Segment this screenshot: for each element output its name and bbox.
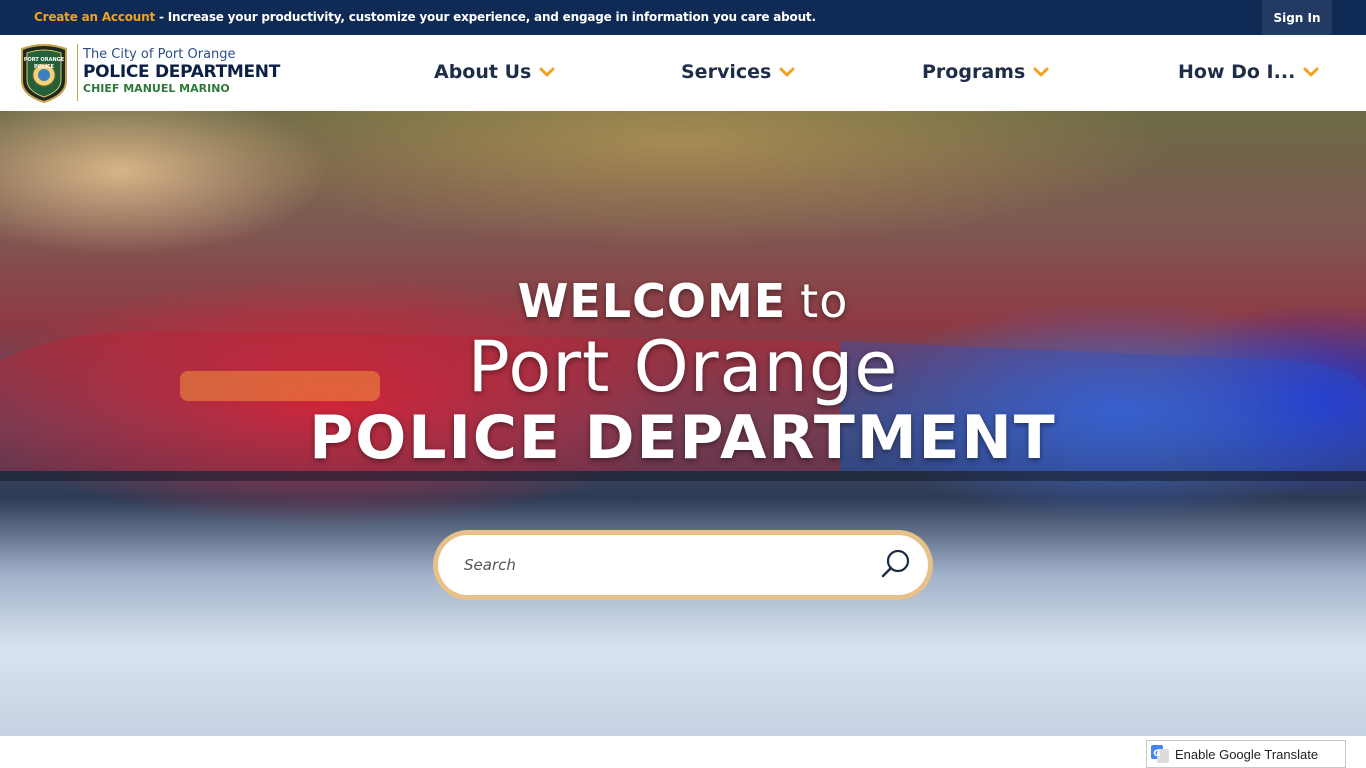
logo-department-line: POLICE DEPARTMENT (83, 62, 281, 82)
sign-in-button[interactable]: Sign In (1262, 0, 1332, 35)
police-badge-logo[interactable]: PORT ORANGE POLICE (18, 41, 70, 104)
nav-programs[interactable]: Programs (922, 59, 1049, 85)
chevron-down-icon (779, 67, 795, 77)
logo-chief-line: CHIEF MANUEL MARINO (83, 82, 230, 95)
site-header: PORT ORANGE POLICE The City of Port Oran… (0, 35, 1366, 111)
hero-to-word: to (800, 274, 849, 328)
nav-services[interactable]: Services (681, 59, 795, 85)
search-bar (433, 530, 933, 600)
google-translate-icon: G (1151, 745, 1169, 763)
svg-text:G: G (1153, 749, 1160, 759)
logo-divider (77, 44, 78, 101)
hero-city-name: Port Orange (467, 326, 899, 408)
chevron-down-icon (539, 67, 555, 77)
nav-label: Programs (922, 61, 1026, 83)
hero-banner: WELCOME to Port Orange POLICE DEPARTMENT (0, 111, 1366, 736)
logo-city-line: The City of Port Orange (83, 47, 236, 62)
nav-label: About Us (434, 61, 532, 83)
promo-text: - Increase your productivity, customize … (155, 10, 816, 24)
logo-wordmark[interactable]: The City of Port Orange POLICE DEPARTMEN… (83, 47, 280, 96)
account-promo: Create an Account - Increase your produc… (34, 10, 816, 24)
chevron-down-icon (1033, 67, 1049, 77)
chevron-down-icon (1303, 67, 1319, 77)
search-field-container (438, 535, 928, 595)
nav-about-us[interactable]: About Us (434, 59, 555, 85)
hero-welcome-line: WELCOME to (0, 274, 1366, 328)
search-icon (881, 549, 910, 578)
nav-how-do-i[interactable]: How Do I... (1178, 59, 1319, 85)
nav-label: Services (681, 61, 772, 83)
hero-department-title: POLICE DEPARTMENT (309, 403, 1057, 473)
translate-label: Enable Google Translate (1175, 746, 1319, 762)
badge-mid-text: POLICE (34, 64, 55, 70)
badge-top-text: PORT ORANGE (24, 57, 65, 63)
nav-label: How Do I... (1178, 61, 1296, 83)
hero-welcome-word: WELCOME (517, 274, 787, 328)
top-utility-bar: Create an Account - Increase your produc… (0, 0, 1366, 35)
create-account-link[interactable]: Create an Account (34, 10, 155, 24)
google-translate-button[interactable]: G Enable Google Translate (1146, 740, 1346, 768)
search-button[interactable] (878, 546, 914, 582)
search-input[interactable] (464, 548, 864, 582)
